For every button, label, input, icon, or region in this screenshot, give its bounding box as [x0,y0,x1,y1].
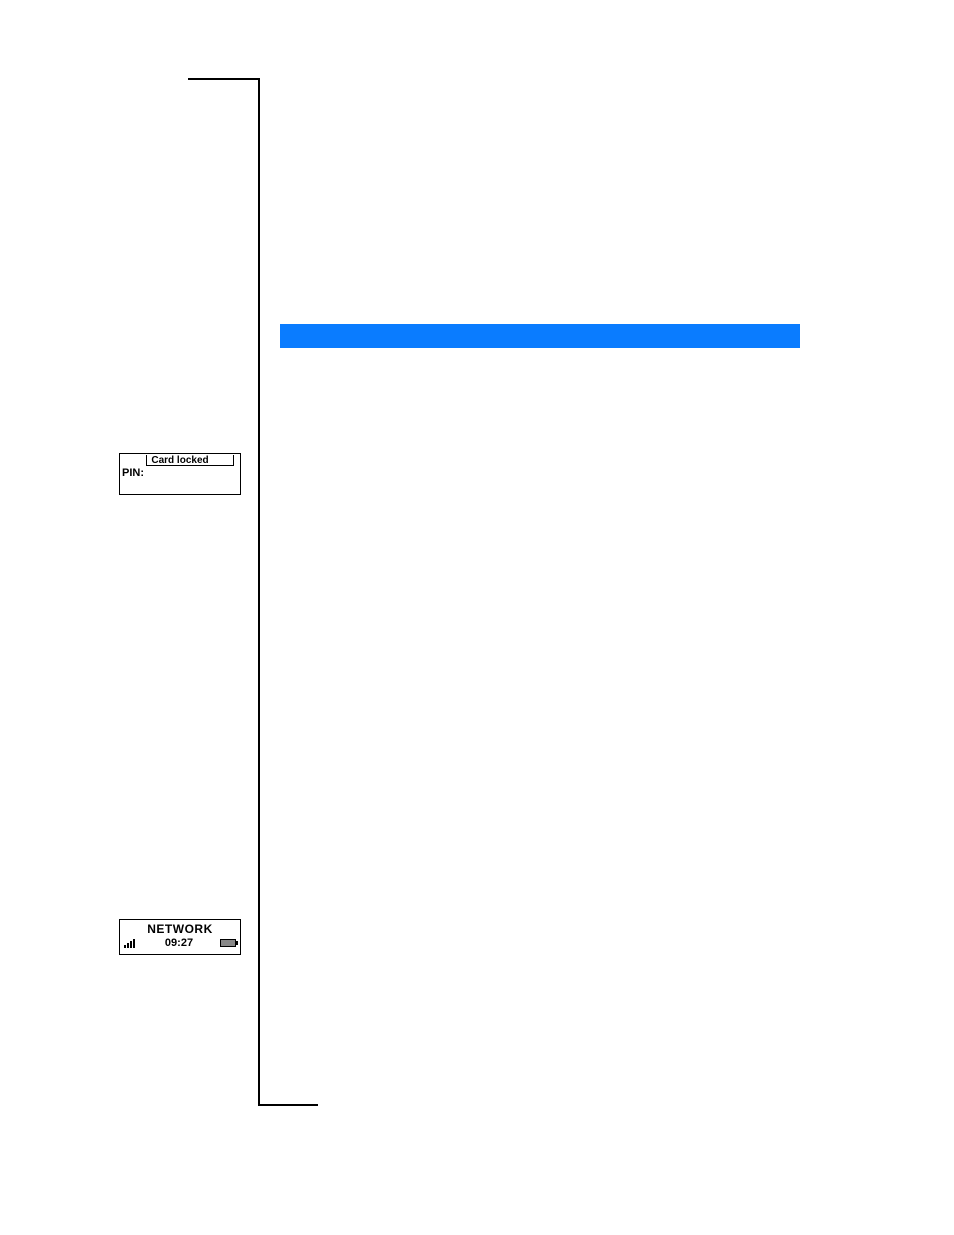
clock-time: 09:27 [165,937,193,949]
network-name: NETWORK [120,920,240,936]
status-row: 09:27 [120,936,240,952]
document-page: Card locked PIN: NETWORK 09:27 [0,0,954,1235]
titlebar-frame [146,455,234,466]
bracket-top-cap [188,78,258,80]
bracket-bottom-cap [260,1104,318,1106]
signal-icon [124,938,138,948]
device-screen-network: NETWORK 09:27 [119,919,241,955]
pin-field-label: PIN: [120,467,240,479]
battery-icon [220,939,236,947]
device-screen-card-locked: Card locked PIN: [119,453,241,495]
highlight-bar [280,324,800,348]
bracket-vertical-line [258,78,260,1106]
